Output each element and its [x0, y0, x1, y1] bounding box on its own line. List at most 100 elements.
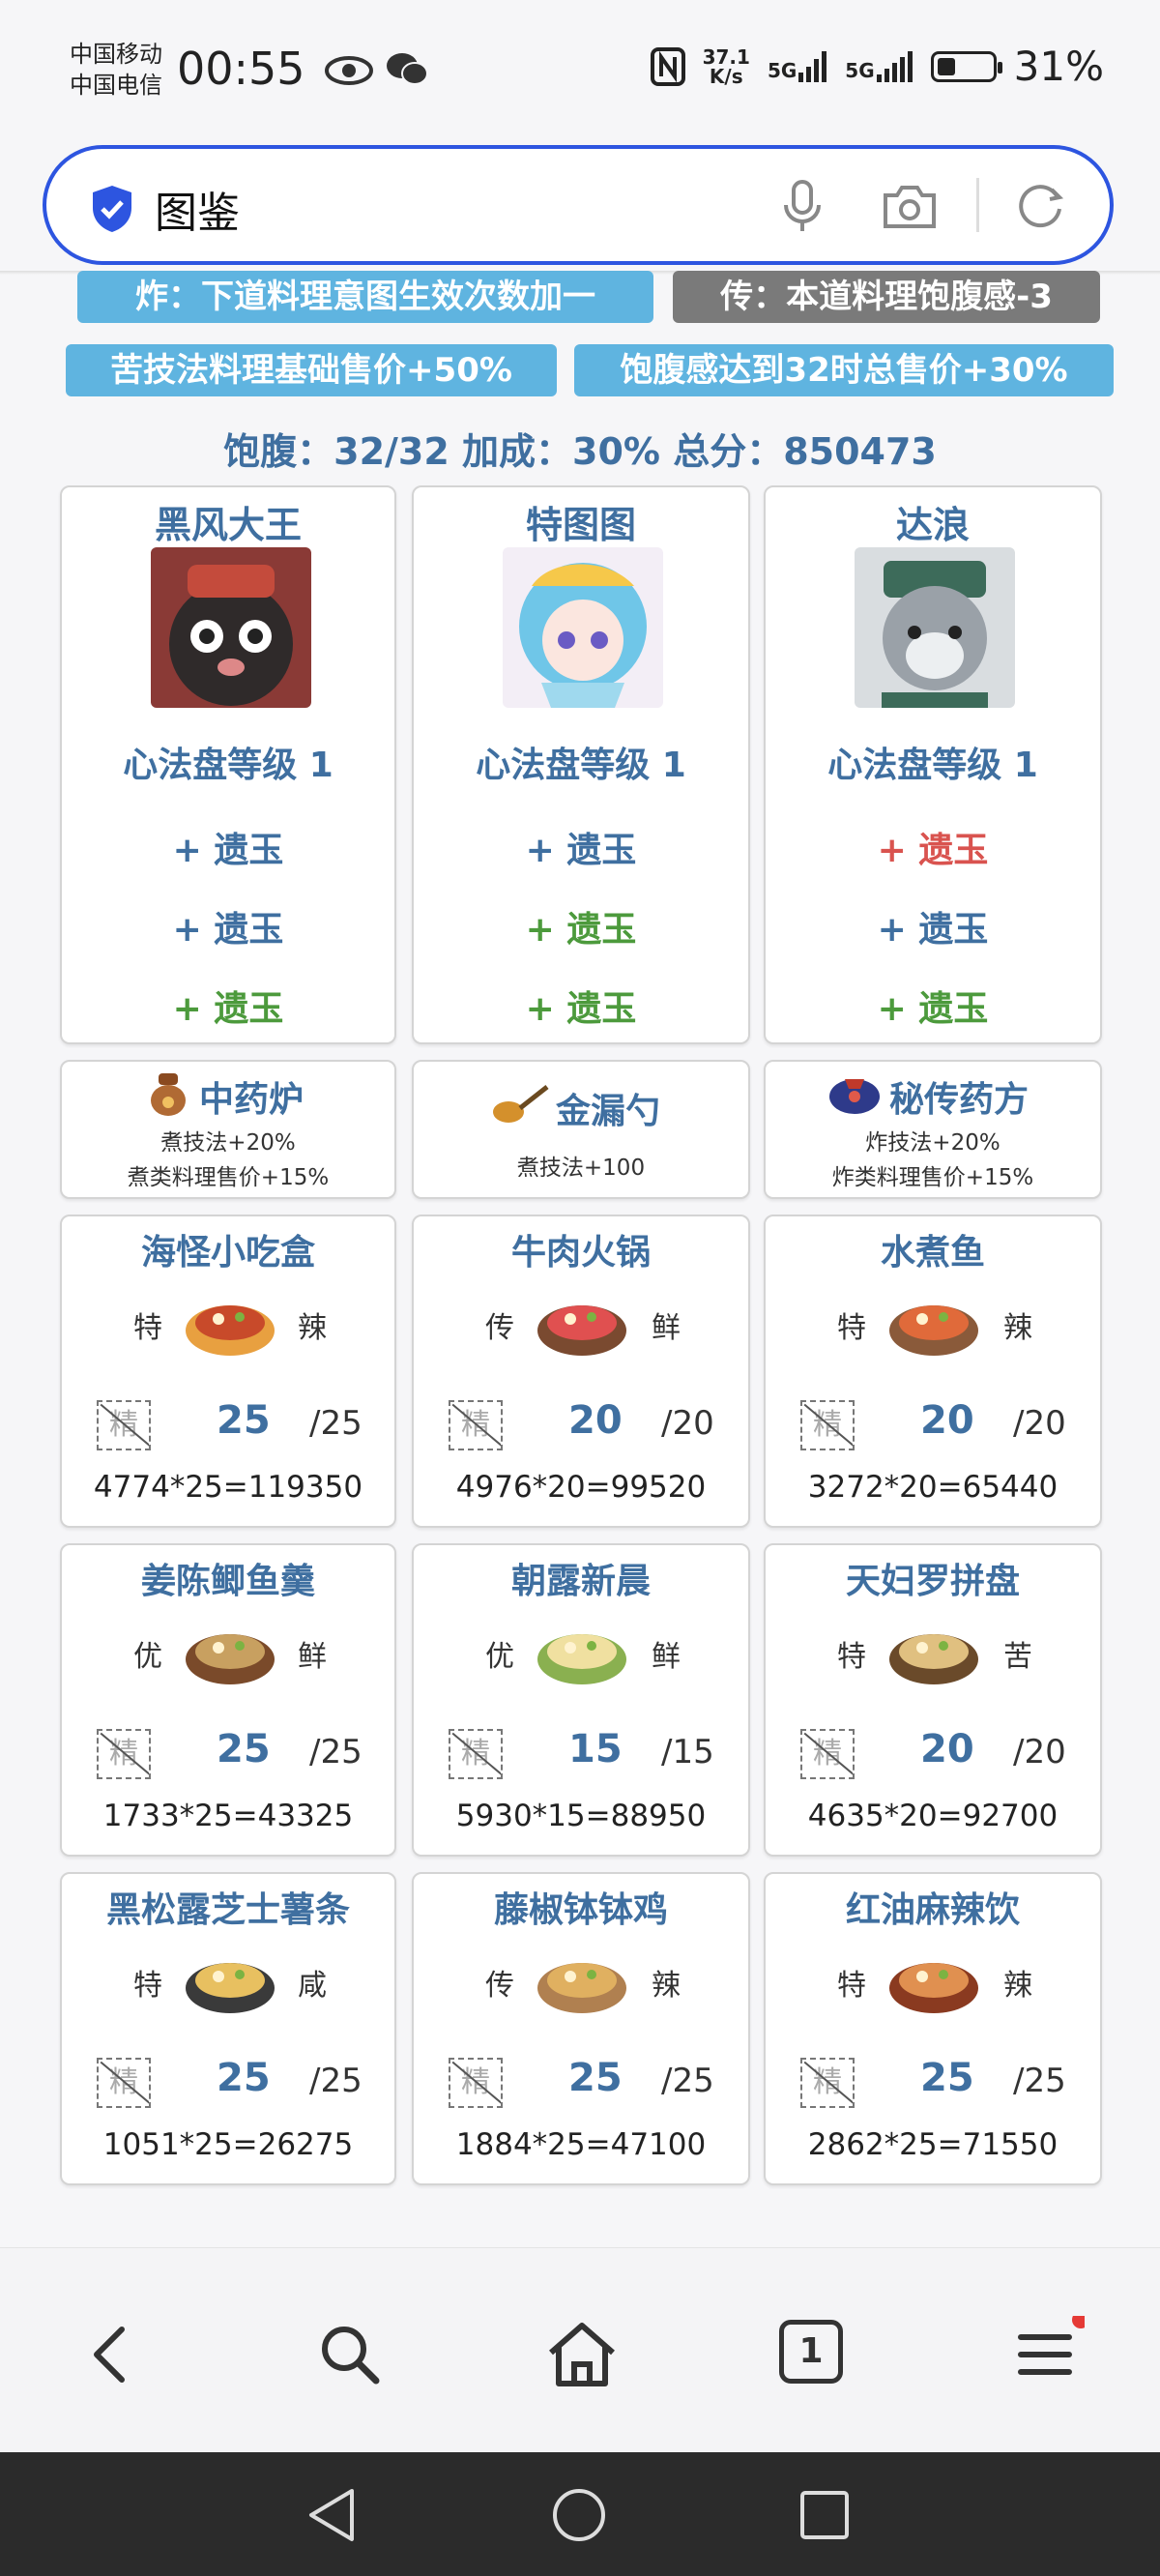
jade-slot[interactable]: + 遗玉 — [62, 822, 394, 872]
refine-toggle[interactable]: 精 — [97, 1400, 151, 1450]
character-portrait — [151, 547, 311, 708]
dish-flavor: 辣 — [1003, 1311, 1032, 1345]
dish-flavor: 鲜 — [652, 1640, 681, 1674]
dish-flavor: 鲜 — [652, 1311, 681, 1345]
tool-card[interactable]: 秘传药方 炸技法+20% 炸类料理售价+15% — [764, 1060, 1102, 1199]
system-navigation-bar — [0, 2452, 1160, 2576]
camera-icon[interactable] — [882, 184, 938, 230]
tool-desc: 煮技法+100 — [516, 1156, 646, 1181]
score-summary: 饱腹：32/32 加成：30% 总分：850473 — [223, 430, 937, 473]
tool-name: 金漏勺 — [555, 1092, 660, 1131]
jade-slot[interactable]: + 遗玉 — [414, 901, 748, 951]
dish-flavor: 鲜 — [298, 1640, 327, 1674]
tabs-button[interactable]: 1 — [779, 2320, 843, 2384]
refine-toggle[interactable]: 精 — [800, 2058, 855, 2108]
jade-slot[interactable]: + 遗玉 — [766, 901, 1100, 951]
dish-score-formula: 5930*15=88950 — [455, 1799, 707, 1833]
tool-name: 秘传药方 — [888, 1080, 1029, 1120]
refine-toggle[interactable]: 精 — [97, 2058, 151, 2108]
dish-name: 海怪小吃盒 — [140, 1233, 315, 1273]
clock: 00:55 — [177, 43, 305, 95]
jade-slot[interactable]: + 遗玉 — [766, 981, 1100, 1031]
signal-2: 5G — [845, 50, 913, 82]
search-input[interactable]: 图鉴 — [155, 178, 240, 240]
dish-card[interactable]: 海怪小吃盒特 辣精 25/25 4774*25=119350 — [60, 1215, 396, 1528]
dish-card[interactable]: 朝露新晨优 鲜精 15/15 5930*15=88950 — [412, 1543, 750, 1857]
refine-toggle[interactable]: 精 — [449, 2058, 503, 2108]
dish-quantity[interactable]: 20 — [920, 1727, 974, 1771]
signal-bars-icon — [876, 50, 913, 82]
jade-slot[interactable]: + 遗玉 — [414, 822, 748, 872]
dish-grade: 传 — [485, 1969, 514, 2003]
refine-toggle[interactable]: 精 — [800, 1729, 855, 1779]
status-bar: 中国移动 中国电信 00:55 37.1 K/s 5G 5G 31% — [0, 0, 1160, 135]
dish-quantity[interactable]: 25 — [217, 1727, 271, 1771]
battery-percent: 31% — [1013, 43, 1104, 90]
herb-stove-icon — [151, 1073, 186, 1116]
character-portrait — [503, 547, 663, 708]
system-recents-icon[interactable] — [798, 2489, 851, 2541]
search-icon[interactable] — [311, 2316, 389, 2393]
divider — [976, 178, 979, 232]
refine-toggle[interactable]: 精 — [97, 1729, 151, 1779]
tool-desc: 煮技法+20% — [160, 1130, 296, 1156]
jade-slot[interactable]: + 遗玉 — [766, 822, 1100, 872]
nfc-icon — [650, 46, 685, 86]
shield-icon — [93, 186, 131, 232]
carrier-2: 中国电信 — [70, 72, 162, 99]
dish-card[interactable]: 红油麻辣饮特 辣精 25/25 2862*25=71550 — [764, 1872, 1102, 2185]
dish-score-formula: 2862*25=71550 — [807, 2127, 1058, 2162]
dish-flavor: 辣 — [1003, 1969, 1032, 2003]
dish-quantity[interactable]: 25 — [217, 2056, 271, 2100]
character-name: 达浪 — [895, 504, 970, 546]
home-icon[interactable] — [543, 2316, 621, 2393]
dish-card[interactable]: 黑松露芝士薯条特 咸精 25/25 1051*25=26275 — [60, 1872, 396, 2185]
microphone-icon[interactable] — [781, 180, 824, 234]
dish-max-quantity: /15 — [661, 1733, 714, 1771]
system-home-icon[interactable] — [551, 2487, 607, 2543]
dish-name: 朝露新晨 — [510, 1562, 651, 1601]
back-icon[interactable] — [73, 2316, 151, 2393]
menu-icon[interactable] — [1007, 2316, 1085, 2393]
dish-quantity[interactable]: 25 — [217, 1398, 271, 1443]
character-card[interactable]: 黑风大王 心法盘等级 1 + 遗玉 + 遗玉 + 遗玉 — [60, 485, 396, 1044]
jade-slot[interactable]: + 遗玉 — [62, 981, 394, 1031]
dish-card[interactable]: 藤椒钵钵鸡传 辣精 25/25 1884*25=47100 — [412, 1872, 750, 2185]
dish-quantity[interactable]: 25 — [568, 2056, 623, 2100]
refine-toggle[interactable]: 精 — [800, 1400, 855, 1450]
wechat-icon — [386, 53, 428, 85]
character-card[interactable]: 特图图 心法盘等级 1 + 遗玉 + 遗玉 + 遗玉 — [412, 485, 750, 1044]
refine-toggle[interactable]: 精 — [449, 1400, 503, 1450]
carrier-1: 中国移动 — [70, 41, 162, 68]
dish-image — [537, 1963, 626, 2013]
search-bar[interactable]: 图鉴 — [43, 145, 1114, 265]
dish-quantity[interactable]: 20 — [568, 1398, 623, 1443]
tool-card[interactable]: 金漏勺 煮技法+100 — [412, 1060, 750, 1199]
dish-card[interactable]: 天妇罗拼盘特 苦精 20/20 4635*20=92700 — [764, 1543, 1102, 1857]
dish-card[interactable]: 水煮鱼特 辣精 20/20 3272*20=65440 — [764, 1215, 1102, 1528]
dish-max-quantity: /25 — [661, 2062, 714, 2100]
effect-tag: 炸：下道料理意图生效次数加一 — [77, 271, 653, 323]
character-portrait — [855, 547, 1015, 708]
jade-slot[interactable]: + 遗玉 — [414, 981, 748, 1031]
dish-max-quantity: /20 — [1013, 1733, 1066, 1771]
browser-toolbar: 1 — [0, 2247, 1160, 2453]
dish-image — [186, 1963, 275, 2013]
dish-card[interactable]: 姜陈鲫鱼羹优 鲜精 25/25 1733*25=43325 — [60, 1543, 396, 1857]
effect-tag: 苦技法料理基础售价+50% — [66, 344, 557, 396]
reload-icon[interactable] — [1013, 178, 1067, 232]
dish-name: 姜陈鲫鱼羹 — [140, 1562, 315, 1601]
dish-card[interactable]: 牛肉火锅传 鲜精 20/20 4976*20=99520 — [412, 1215, 750, 1528]
jade-slot[interactable]: + 遗玉 — [62, 901, 394, 951]
character-card[interactable]: 达浪 心法盘等级 1 + 遗玉 + 遗玉 + 遗玉 — [764, 485, 1102, 1044]
system-back-icon[interactable] — [305, 2487, 360, 2543]
dish-quantity[interactable]: 20 — [920, 1398, 974, 1443]
level-text: 心法盘等级 1 — [827, 746, 1038, 785]
dish-quantity[interactable]: 25 — [920, 2056, 974, 2100]
dish-quantity[interactable]: 15 — [568, 1727, 623, 1771]
dish-grade: 特 — [837, 1640, 866, 1674]
dish-grade: 特 — [837, 1311, 866, 1345]
tool-card[interactable]: 中药炉 煮技法+20% 煮类料理售价+15% — [60, 1060, 396, 1199]
dish-max-quantity: /25 — [1013, 2062, 1066, 2100]
refine-toggle[interactable]: 精 — [449, 1729, 503, 1779]
